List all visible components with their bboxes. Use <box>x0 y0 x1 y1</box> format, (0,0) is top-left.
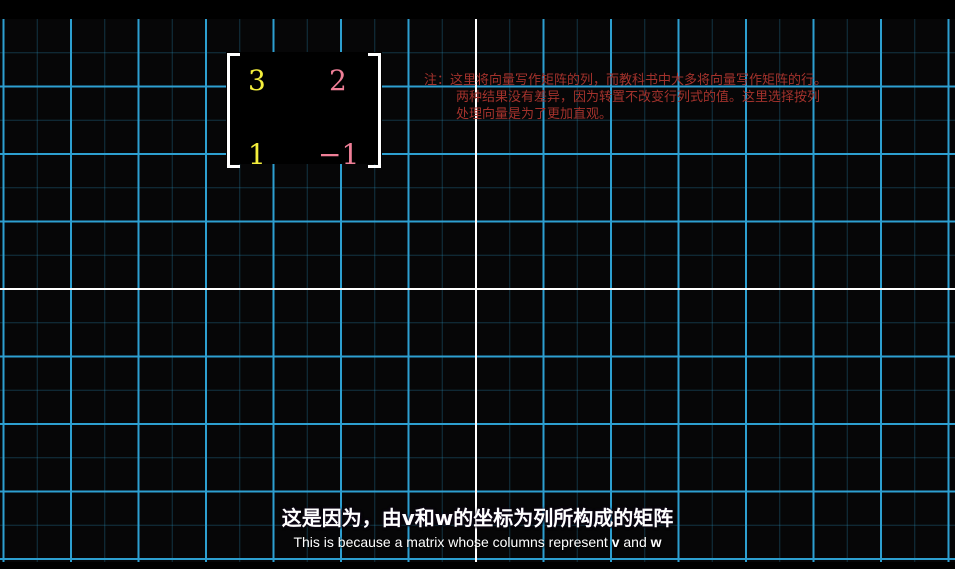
matrix-left-bracket <box>227 53 240 168</box>
matrix: 3 2 1 −1 <box>226 52 382 170</box>
matrix-entry-w-x: 2 <box>329 64 347 97</box>
subtitle-english-w: w <box>650 534 662 550</box>
subtitle-english: This is because a matrix whose columns r… <box>0 533 955 551</box>
subtitle-english-and: and <box>619 534 651 550</box>
matrix-entry-w-y: −1 <box>318 138 360 171</box>
screen: 3 2 1 −1 注：这里将向量写作矩阵的列，而教科书中大多将向量写作矩阵的行。… <box>0 0 955 569</box>
subtitle-english-v: v <box>611 534 620 550</box>
translator-note: 注：这里将向量写作矩阵的列，而教科书中大多将向量写作矩阵的行。 两种结果没有差异… <box>424 72 934 123</box>
subtitle-chinese: 这是因为，由v和w的坐标为列所构成的矩阵 <box>281 506 674 530</box>
subtitle-english-prefix: This is because a matrix whose columns r… <box>293 534 612 550</box>
matrix-right-bracket <box>368 53 381 168</box>
note-line-1: 注：这里将向量写作矩阵的列，而教科书中大多将向量写作矩阵的行。 <box>424 73 828 88</box>
matrix-entry-v-y: 1 <box>248 138 266 171</box>
note-line-2: 两种结果没有差异，因为转置不改变行列式的值。这里选择按列 <box>456 90 821 105</box>
note-line-3: 处理向量是为了更加直观。 <box>456 107 613 122</box>
video-frame: 3 2 1 −1 注：这里将向量写作矩阵的列，而教科书中大多将向量写作矩阵的行。… <box>0 19 955 562</box>
matrix-entry-v-x: 3 <box>248 64 266 97</box>
